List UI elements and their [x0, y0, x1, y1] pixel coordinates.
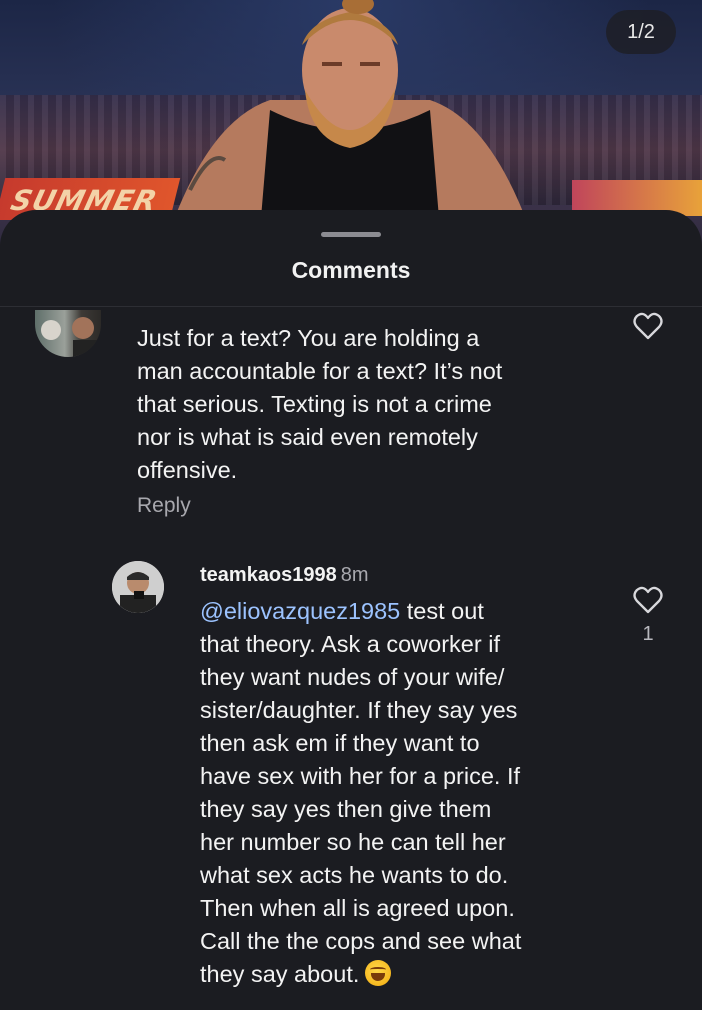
comment-line: Just for a text? You are holding a: [137, 325, 480, 351]
avatar[interactable]: [112, 561, 164, 613]
mention-link[interactable]: @eliovazquez1985: [200, 598, 400, 624]
like-count: 1: [642, 623, 654, 645]
comment-line: man accountable for a text? It’s not: [137, 358, 503, 384]
drag-handle[interactable]: [321, 232, 381, 237]
comment-text: @eliovazquez1985 test out that theory. A…: [200, 595, 600, 991]
comment-line: they want nudes of your wife/: [200, 664, 505, 690]
avatar[interactable]: [35, 310, 101, 357]
comment-line: that theory. Ask a coworker if: [200, 631, 500, 657]
comment-line: they say yes then give them: [200, 796, 492, 822]
timestamp: 8m: [340, 564, 369, 586]
comment-line: that serious. Texting is not a crime: [137, 391, 492, 417]
comment-line: nor is what is said even remotely: [137, 424, 478, 450]
comment-line: sister/daughter. If they say yes: [200, 697, 518, 723]
divider: [0, 306, 702, 307]
comment-line: Call the the cops and see what: [200, 928, 522, 954]
comment-text: Just for a text? You are holding a man a…: [137, 322, 577, 487]
username[interactable]: teamkaos1998: [200, 564, 337, 586]
comment-line: they say about.: [200, 958, 600, 991]
avatar-image: [112, 561, 164, 613]
wrestler-figure: [170, 0, 530, 230]
comment-line: what sex acts he wants to do.: [200, 862, 509, 888]
image-counter: 1/2: [606, 10, 676, 54]
comment-line: have sex with her for a price. If: [200, 763, 521, 789]
heart-icon[interactable]: [633, 586, 663, 614]
grinning-sweat-emoji: [365, 960, 392, 986]
comment-line: offensive.: [137, 457, 238, 483]
comment-line: her number so he can tell her: [200, 829, 506, 855]
comment-line: then ask em if they want to: [200, 730, 480, 756]
comment-line: @eliovazquez1985 test out: [200, 595, 600, 628]
sheet-title: Comments: [291, 257, 411, 283]
comment-header: teamkaos1998 8m: [200, 564, 369, 587]
reply-button[interactable]: Reply: [137, 494, 191, 518]
comment-line-text: they say about.: [200, 961, 360, 987]
comment-line-text: test out: [400, 598, 484, 624]
heart-icon[interactable]: [633, 312, 663, 340]
avatar-image: [41, 317, 97, 357]
comments-sheet[interactable]: Comments Just for a text? You are holdin…: [0, 210, 702, 1010]
comment-line: Then when all is agreed upon.: [200, 895, 515, 921]
